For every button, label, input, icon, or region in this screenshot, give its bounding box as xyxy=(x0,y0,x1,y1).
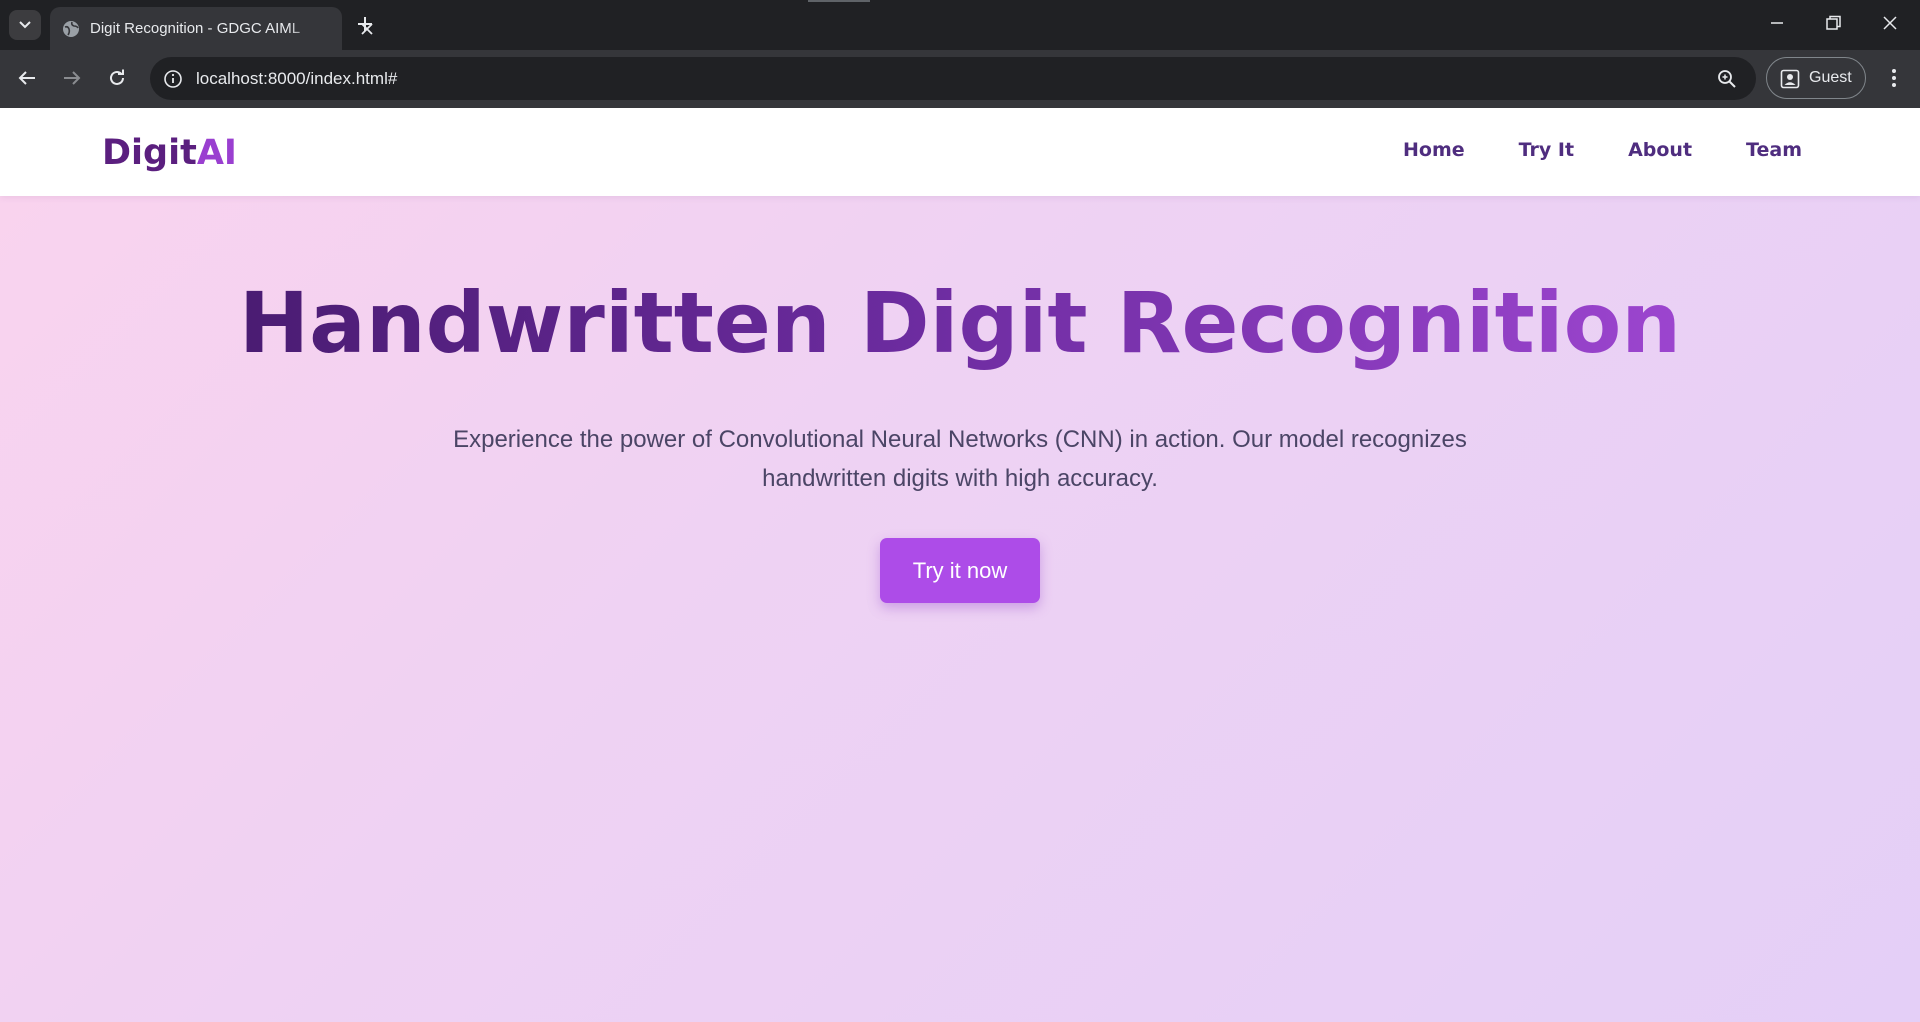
info-icon[interactable] xyxy=(162,68,184,90)
nav-link-try-it[interactable]: Try It xyxy=(1519,136,1574,164)
site-logo[interactable]: DigitAI xyxy=(102,132,237,174)
more-menu-icon[interactable] xyxy=(1882,66,1906,90)
minimize-icon[interactable] xyxy=(1765,11,1789,35)
tab-title-fade xyxy=(288,11,318,47)
globe-icon xyxy=(63,21,79,37)
profile-button[interactable]: Guest xyxy=(1766,57,1866,99)
profile-icon xyxy=(1780,69,1800,89)
site-navbar: DigitAI Home Try It About Team xyxy=(0,108,1920,196)
browser-toolbar: localhost:8000/index.html# Guest xyxy=(0,50,1920,108)
logo-text-ai: AI xyxy=(196,133,237,173)
close-window-icon[interactable] xyxy=(1878,11,1902,35)
back-arrow-icon[interactable] xyxy=(15,66,39,90)
tab-strip: Digit Recognition - GDGC AIML xyxy=(0,0,1920,50)
nav-link-home[interactable]: Home xyxy=(1403,136,1465,164)
tab-title: Digit Recognition - GDGC AIML xyxy=(90,20,301,37)
zoom-icon[interactable] xyxy=(1716,68,1738,90)
hero-title-text: Handwritten Digit Recognition xyxy=(238,274,1682,372)
hero-subtitle: Experience the power of Convolutional Ne… xyxy=(453,426,1467,492)
page-viewport: DigitAI Home Try It About Team Handwritt… xyxy=(0,108,1920,1022)
tab-search-button[interactable] xyxy=(9,10,41,40)
window-drag-indicator xyxy=(808,0,870,2)
nav-link-about[interactable]: About xyxy=(1628,136,1692,164)
restore-icon[interactable] xyxy=(1821,11,1845,35)
try-it-now-button[interactable]: Try it now xyxy=(880,538,1040,603)
chevron-down-icon xyxy=(19,21,31,29)
plus-icon[interactable] xyxy=(354,13,376,35)
nav-links: Home Try It About Team xyxy=(1403,136,1802,164)
forward-arrow-icon[interactable] xyxy=(60,66,84,90)
address-bar[interactable]: localhost:8000/index.html# xyxy=(150,57,1756,100)
hero-title: Handwritten Digit Recognition xyxy=(0,271,1920,375)
url-text[interactable]: localhost:8000/index.html# xyxy=(196,57,397,100)
logo-text-digit: Digit xyxy=(102,133,197,173)
nav-link-team[interactable]: Team xyxy=(1746,136,1802,164)
browser-tab[interactable]: Digit Recognition - GDGC AIML xyxy=(50,7,373,50)
profile-label: Guest xyxy=(1809,69,1852,86)
reload-icon[interactable] xyxy=(105,66,129,90)
